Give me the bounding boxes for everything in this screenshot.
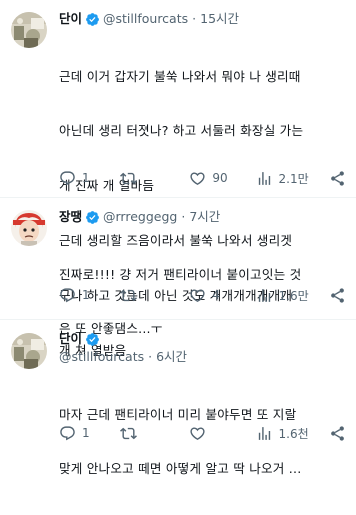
separator-dot: ·: [148, 349, 153, 364]
reply-count: 1: [82, 426, 90, 440]
views-icon: [256, 287, 273, 304]
like-icon: [189, 425, 206, 442]
retweet-button[interactable]: [119, 423, 190, 443]
verified-badge-icon: [85, 12, 100, 27]
share-button[interactable]: [329, 168, 346, 188]
tweet-text-line: 마자 근데 팬티라이너 미리 붙야두면 또 지랄: [59, 406, 297, 422]
reply-icon: [59, 170, 76, 187]
reply-button[interactable]: 1: [59, 285, 120, 305]
like-count: 90: [212, 171, 228, 185]
tweet-2[interactable]: 장땡 @rrreggegg · 7시간 진짜로!!!! 걍 저거 팬티라이너 붙…: [0, 198, 356, 336]
user-handle[interactable]: @rrreggegg: [103, 208, 177, 226]
tweet-header: 단이 @stillfourcats · 15시간: [59, 10, 348, 28]
avatar[interactable]: [11, 333, 47, 369]
retweet-button[interactable]: [119, 168, 190, 188]
display-name[interactable]: 장땡: [59, 208, 82, 226]
share-icon: [329, 287, 346, 304]
like-icon: [189, 287, 206, 304]
retweet-icon: [119, 425, 137, 442]
display-name[interactable]: 단이: [59, 330, 82, 348]
user-handle[interactable]: @stillfourcats: [59, 348, 144, 366]
reply-icon: [59, 287, 76, 304]
share-icon: [329, 425, 346, 442]
avatar[interactable]: [11, 210, 47, 246]
tweet-header: 단이 @stillfourcats · 6시간: [59, 330, 348, 366]
reply-count: 1: [82, 288, 90, 302]
views-icon: [256, 425, 273, 442]
action-bar: 1 90 2.1만: [59, 168, 346, 188]
reply-button[interactable]: 1: [59, 168, 120, 188]
tweet-text-line: 맞게 안나오고 떼면 아떻게 알고 딱 나오거 ...: [59, 461, 302, 477]
timestamp[interactable]: 15시간: [200, 10, 239, 28]
retweet-button[interactable]: [119, 285, 190, 305]
timestamp[interactable]: 7시간: [189, 208, 220, 226]
verified-badge-icon: [85, 210, 100, 225]
reply-button[interactable]: 1: [59, 423, 120, 443]
like-button[interactable]: 90: [189, 168, 255, 188]
like-button[interactable]: 4: [189, 285, 255, 305]
reply-count: 1: [82, 171, 90, 185]
separator-dot: ·: [181, 209, 186, 224]
avatar[interactable]: [11, 12, 47, 48]
display-name[interactable]: 단이: [59, 10, 82, 28]
share-button[interactable]: [329, 423, 346, 443]
verified-badge-icon: [85, 332, 100, 347]
share-button[interactable]: [329, 285, 346, 305]
separator-dot: ·: [192, 11, 197, 26]
reply-icon: [59, 425, 76, 442]
share-icon: [329, 170, 346, 187]
tweet-header: 장땡 @rrreggegg · 7시간: [59, 208, 348, 226]
action-bar: 1 4 1.6만: [59, 285, 346, 305]
views-button[interactable]: 1.6천: [256, 423, 329, 443]
action-bar: 1 1.6천: [59, 423, 346, 443]
views-icon: [256, 170, 273, 187]
like-count: 4: [212, 288, 221, 302]
views-button[interactable]: 2.1만: [256, 168, 329, 188]
tweet-1[interactable]: 단이 @stillfourcats · 15시간 근데 이거 갑자기 불쑥 나와…: [0, 0, 356, 358]
tweet-text-line: 진짜로!!!! 걍 저거 팬티라이너 붙이고잇는 것: [59, 266, 302, 282]
tweet-text-line: 근데 이거 갑자기 불쑥 나와서 뭐야 나 생리때: [59, 68, 301, 84]
user-handle[interactable]: @stillfourcats: [103, 10, 188, 28]
views-button[interactable]: 1.6만: [256, 285, 329, 305]
tweet-3[interactable]: 단이 @stillfourcats · 6시간 마자 근데 팬티라이너 미리 붙…: [0, 320, 356, 476]
retweet-icon: [119, 170, 137, 187]
like-icon: [189, 170, 206, 187]
views-count: 2.1만: [278, 171, 309, 186]
views-count: 1.6만: [278, 288, 309, 303]
views-count: 1.6천: [278, 426, 309, 441]
like-button[interactable]: [189, 423, 255, 443]
tweet-text-line: 아닌데 생리 터졋나? 하고 서둘러 화장실 가는: [59, 123, 304, 139]
retweet-icon: [119, 287, 137, 304]
timestamp[interactable]: 6시간: [156, 348, 187, 366]
